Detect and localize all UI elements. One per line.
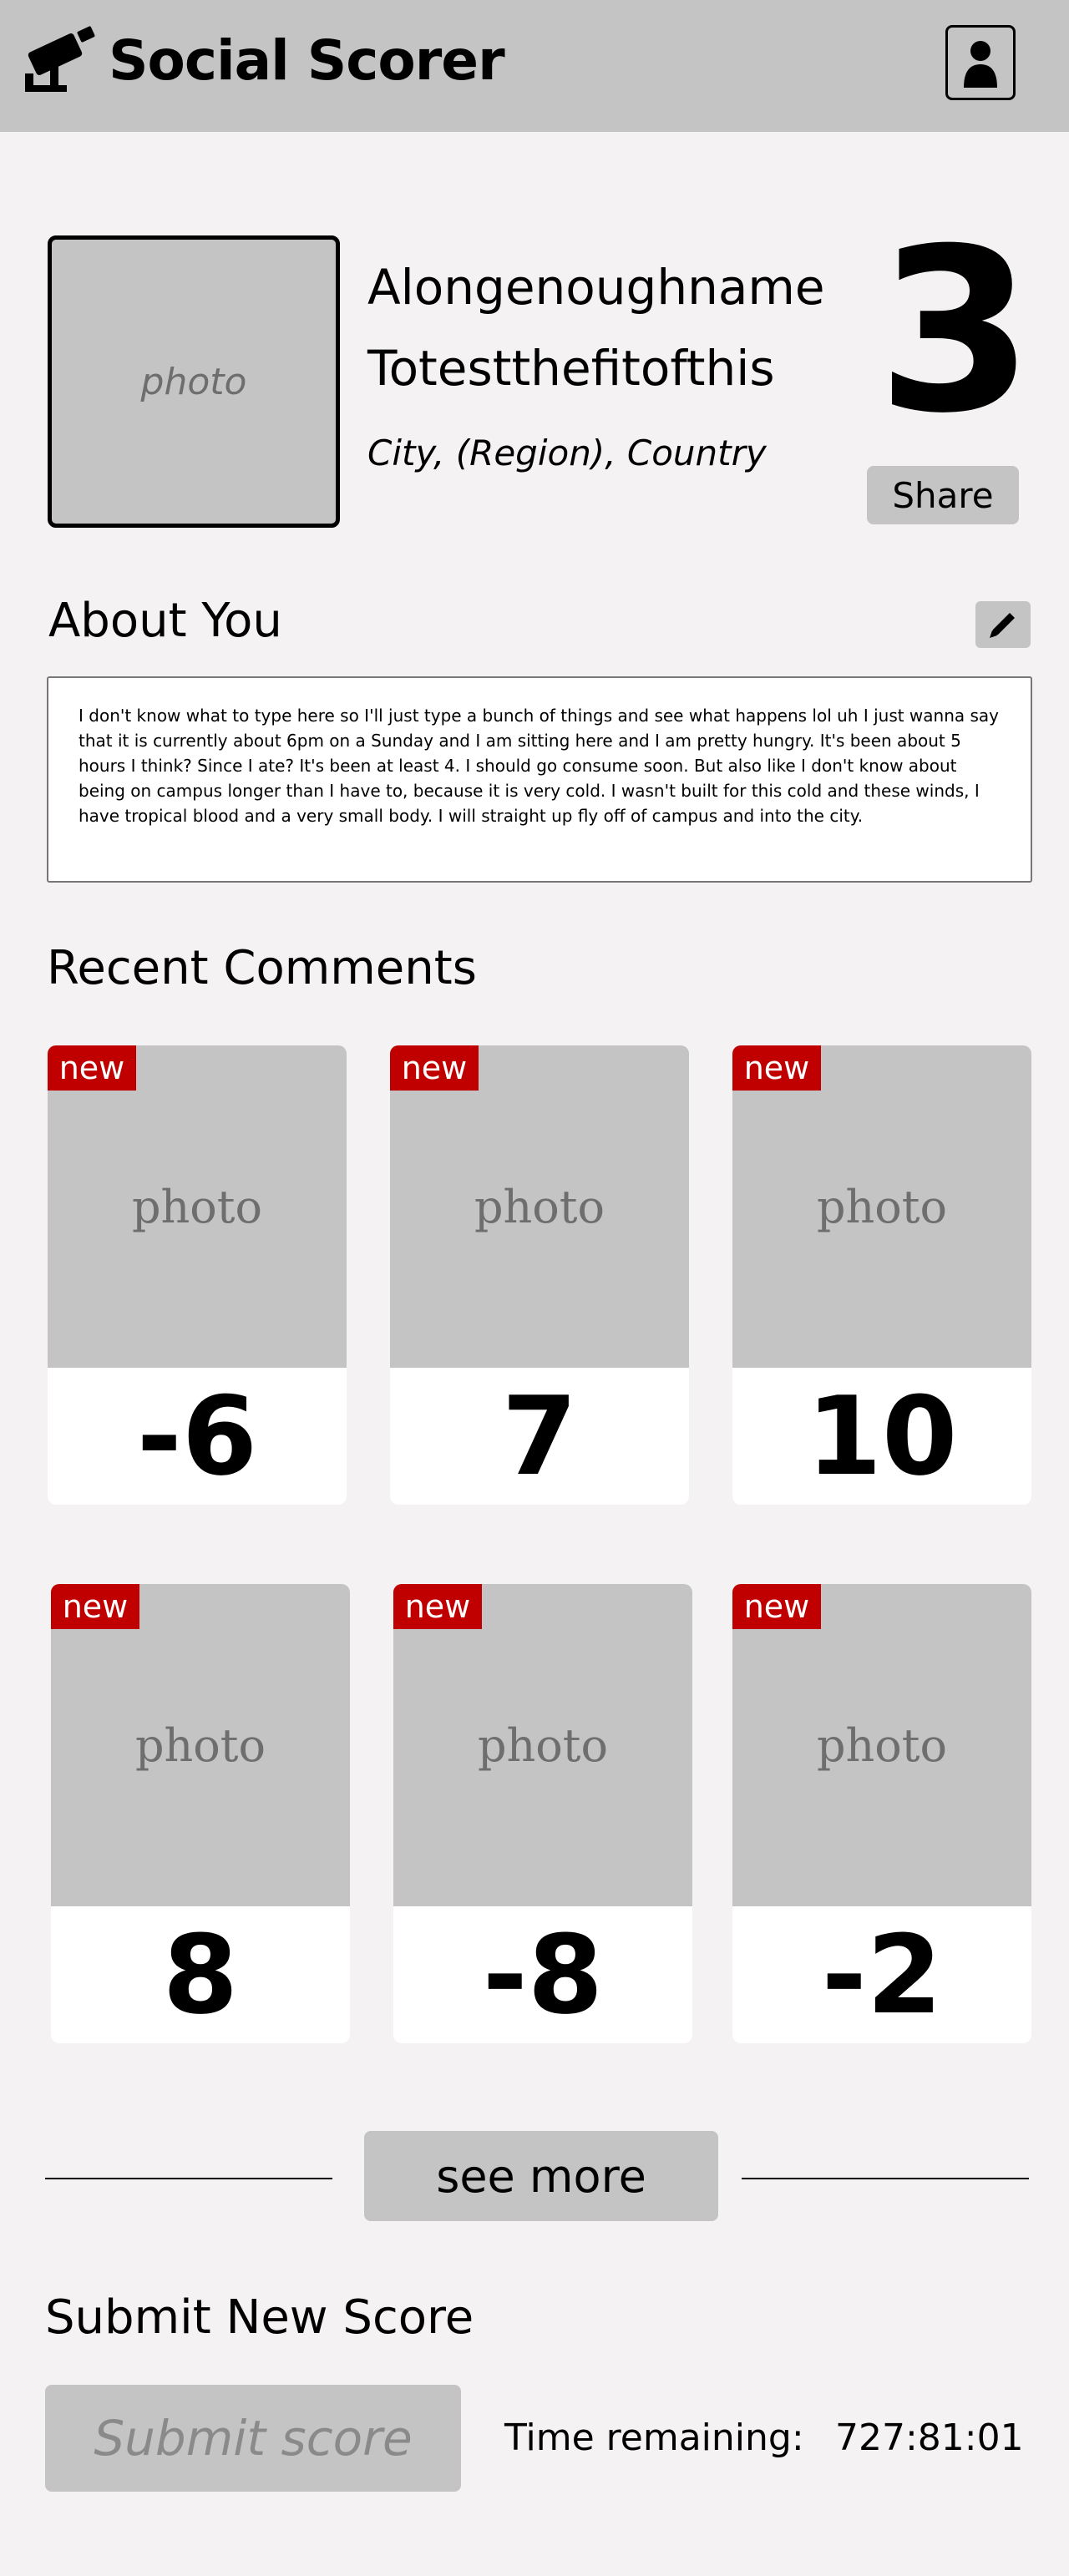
new-badge: new [732, 1045, 821, 1091]
about-title: About You [48, 594, 282, 648]
app-title[interactable]: Social Scorer [109, 33, 505, 89]
submit-score-button[interactable]: Submit score [45, 2385, 461, 2492]
new-badge: new [393, 1584, 482, 1629]
profile-score: 3 [877, 200, 1034, 463]
profile-photo: photo [48, 235, 340, 528]
user-silhouette-icon [964, 41, 997, 88]
comment-photo: photo [390, 1045, 689, 1368]
divider-right [742, 2178, 1029, 2179]
security-camera-icon [25, 26, 95, 92]
recent-comments-title: Recent Comments [47, 941, 477, 995]
comment-score: -2 [821, 1911, 943, 2038]
submit-score-title: Submit New Score [45, 2290, 474, 2345]
comment-card[interactable]: photo new -6 [48, 1045, 347, 1505]
new-badge: new [732, 1584, 821, 1629]
profile-first-name: Alongenoughname [367, 259, 825, 316]
comment-card[interactable]: photo new 7 [390, 1045, 689, 1505]
profile-button[interactable] [945, 25, 1016, 100]
comment-photo: photo [51, 1584, 350, 1906]
see-more-button[interactable]: see more [364, 2131, 718, 2221]
comment-photo: photo [48, 1045, 347, 1368]
comment-photo: photo [732, 1584, 1031, 1906]
about-text[interactable]: I don't know what to type here so I'll j… [47, 676, 1032, 883]
time-remaining-label: Time remaining: [504, 2417, 804, 2459]
divider-left [45, 2178, 332, 2179]
comment-score: 10 [806, 1373, 958, 1500]
comment-score: -6 [136, 1373, 258, 1500]
comment-score: 7 [501, 1373, 578, 1500]
pencil-icon [990, 613, 1015, 638]
profile-location: City, (Region), Country [367, 433, 767, 473]
new-badge: new [390, 1045, 479, 1091]
comment-card[interactable]: photo new -2 [732, 1584, 1031, 2043]
comment-card[interactable]: photo new 8 [51, 1584, 350, 2043]
new-badge: new [51, 1584, 139, 1629]
comment-score: 8 [162, 1911, 239, 2038]
comment-score: -8 [482, 1911, 604, 2038]
profile-last-name: Totestthefitofthis [367, 340, 775, 397]
comment-card[interactable]: photo new 10 [732, 1045, 1031, 1505]
edit-about-button[interactable] [975, 601, 1031, 648]
new-badge: new [48, 1045, 136, 1091]
comment-photo: photo [732, 1045, 1031, 1368]
comment-card[interactable]: photo new -8 [393, 1584, 692, 2043]
time-remaining-value: 727:81:01 [835, 2417, 1024, 2459]
share-button[interactable]: Share [867, 466, 1019, 524]
comment-photo: photo [393, 1584, 692, 1906]
